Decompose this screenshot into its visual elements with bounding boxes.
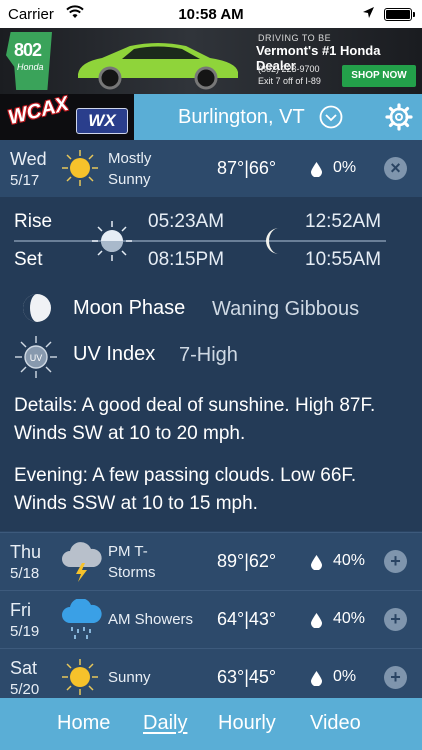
precip-chance: 40% [333, 610, 366, 627]
raindrop-icon [311, 613, 322, 628]
wcax-logo-text: WCAX [6, 94, 71, 130]
condition-line-1: PM T- [108, 543, 148, 560]
high-low-temp: 64°|43° [217, 609, 277, 629]
expand-plus-button[interactable]: + [384, 550, 407, 573]
condition-line-2: Sunny [108, 171, 151, 188]
moon-phase-label: Moon Phase [73, 297, 186, 319]
raindrop-icon [311, 671, 322, 686]
condition-text: Sunny [108, 667, 151, 688]
condition-text: PM T- Storms [108, 541, 156, 583]
app-header: WCAX WX Burlington, VT [0, 94, 422, 140]
location-chevron-down-icon[interactable] [319, 105, 343, 129]
day-label: Sat 5/20 [10, 657, 39, 701]
ad-phone: (802) 223-9700 [258, 64, 320, 74]
high-low-temp: 87°|66° [217, 158, 277, 178]
precip-chance: 40% [333, 552, 366, 569]
ad-banner[interactable]: 802 Honda DRIVING TO BE Vermont's #1 Hon… [0, 28, 422, 94]
expand-plus-button[interactable]: + [384, 666, 407, 689]
collapse-close-button[interactable]: × [384, 157, 407, 180]
evening-paragraph: Evening: A few passing clouds. Low 66F. … [14, 465, 357, 514]
shop-now-button[interactable]: SHOP NOW [342, 65, 416, 87]
day-name: Fri [10, 600, 31, 620]
ad-tagline: DRIVING TO BE [258, 33, 332, 43]
day-name: Wed [10, 149, 47, 169]
uv-index-label: UV Index [73, 343, 156, 365]
high-low-temp: 63°|45° [217, 667, 277, 687]
sunrise-time: 05:23AM [148, 211, 225, 232]
car-rear-wheel [194, 66, 218, 90]
horizon-line [14, 240, 386, 242]
sun-icon [62, 659, 98, 695]
high-low-temp: 89°|62° [217, 551, 277, 571]
condition-text: Mostly Sunny [108, 148, 151, 190]
forecast-row[interactable]: Thu 5/18 PM T- Storms 89°|62° 40% + [0, 532, 422, 590]
moon-phase-value: Waning Gibbous [212, 298, 360, 320]
raindrop-icon [311, 555, 322, 570]
settings-gear-icon[interactable] [385, 103, 413, 131]
moonrise-time: 12:52AM [305, 211, 382, 232]
condition-line-1: Mostly [108, 150, 152, 167]
battery-tip [413, 12, 415, 17]
status-bar: Carrier 10:58 AM [0, 0, 422, 28]
condition-line-2: Storms [108, 564, 156, 581]
location-name[interactable]: Burlington, VT [178, 106, 305, 129]
day-name: Thu [10, 542, 42, 562]
condition-line-1: Sunny [108, 669, 151, 686]
location-arrow-icon [363, 7, 374, 18]
status-time: 10:58 AM [178, 6, 244, 23]
rise-label: Rise [14, 211, 53, 232]
tab-hourly[interactable]: Hourly [218, 712, 276, 735]
ad-dealer-number: 802 [14, 40, 42, 60]
moonset-time: 10:55AM [305, 249, 382, 270]
sun-horizon-icon [92, 221, 132, 261]
sun-icon [62, 150, 98, 186]
expand-plus-button[interactable]: + [384, 608, 407, 631]
forecast-row[interactable]: Fri 5/19 AM Showers 64°|43° 40% + [0, 590, 422, 648]
uv-index-value: 7-High [179, 344, 238, 366]
day-label: Wed 5/17 [10, 148, 47, 192]
condition-text: AM Showers [108, 609, 193, 630]
uv-badge: UV [30, 353, 43, 363]
ad-exit: Exit 7 off of I-89 [258, 76, 321, 86]
tab-daily[interactable]: Daily [143, 712, 187, 735]
moon-icon [266, 228, 279, 254]
precip-chance: 0% [333, 668, 357, 685]
day-date: 5/18 [10, 565, 40, 582]
details-paragraph: Details: A good deal of sunshine. High 8… [14, 395, 376, 444]
day-date: 5/17 [10, 172, 40, 189]
day-name: Sat [10, 658, 38, 678]
day-label: Thu 5/18 [10, 541, 41, 585]
today-forecast-row[interactable]: Wed 5/17 Mostly Sunny 87°|66° 0% × [0, 140, 422, 197]
car-image [78, 43, 238, 90]
bottom-tab-bar: Home Daily Hourly Video [0, 698, 422, 750]
tab-home[interactable]: Home [57, 712, 110, 735]
condition-line-1: AM Showers [108, 611, 194, 628]
set-label: Set [14, 249, 43, 270]
precip-chance: 0% [333, 159, 357, 176]
raindrop-icon [311, 162, 322, 177]
car-front-wheel [98, 66, 122, 90]
wcax-wx-logo: WCAX WX [0, 94, 134, 140]
tab-video[interactable]: Video [310, 712, 361, 735]
day-label: Fri 5/19 [10, 599, 39, 643]
day-date: 5/19 [10, 623, 40, 640]
sunset-time: 08:15PM [148, 249, 225, 270]
ad-brand: Honda [17, 62, 44, 72]
uv-index-icon: UV [15, 336, 57, 378]
thunderstorm-icon [62, 542, 102, 582]
moon-phase-icon [23, 294, 51, 322]
rain-icon [62, 599, 102, 639]
battery-icon [384, 8, 412, 21]
wx-logo-badge: WX [76, 108, 128, 134]
day-detail-panel: Rise Set 05:23AM 08:15PM 12:52AM 10:55AM… [0, 197, 422, 531]
